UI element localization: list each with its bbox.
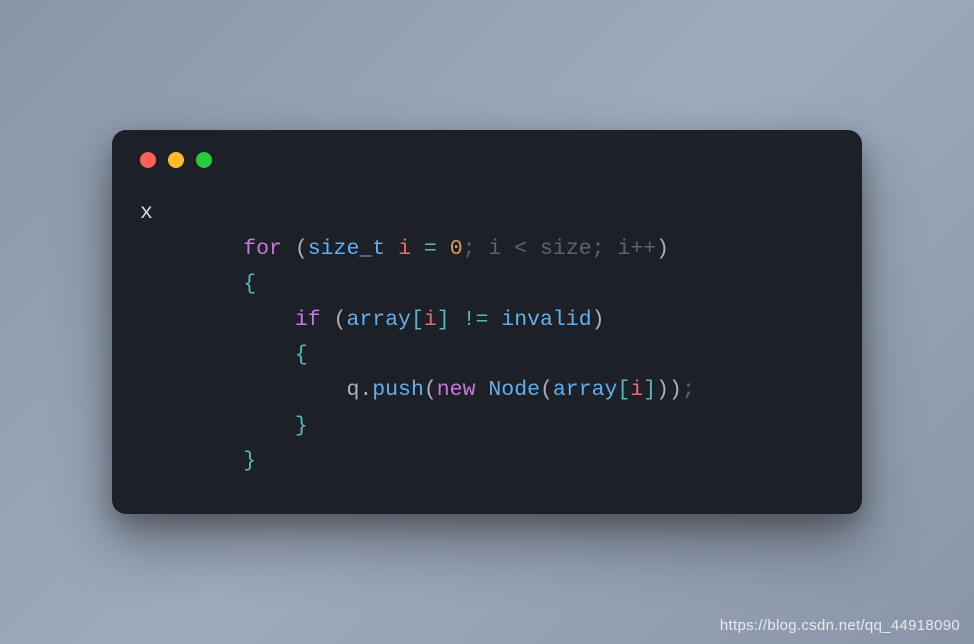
type-node: Node bbox=[488, 378, 540, 402]
brace-close: } bbox=[295, 414, 308, 438]
op-assign: = bbox=[411, 237, 450, 261]
traffic-lights bbox=[112, 130, 862, 186]
incr: i++ bbox=[605, 237, 657, 261]
brace-open: { bbox=[295, 343, 308, 367]
space bbox=[475, 378, 488, 402]
paren-close: ) bbox=[592, 308, 605, 332]
brace-open: { bbox=[243, 272, 256, 296]
paren-close: ) bbox=[669, 378, 682, 402]
dot: . bbox=[359, 378, 372, 402]
idx-i: i bbox=[424, 308, 437, 332]
call-push: push bbox=[372, 378, 424, 402]
close-icon[interactable] bbox=[140, 152, 156, 168]
bracket: ] bbox=[437, 308, 450, 332]
code-window: x for (size_t i = 0; i < size; i++) { if… bbox=[112, 130, 862, 514]
paren-close: ) bbox=[656, 378, 669, 402]
kw-if: if bbox=[295, 308, 321, 332]
semi: ; bbox=[463, 237, 476, 261]
watermark: https://blog.csdn.net/qq_44918090 bbox=[720, 617, 960, 634]
bracket: [ bbox=[411, 308, 424, 332]
op-neq: != bbox=[450, 308, 502, 332]
ident-invalid: invalid bbox=[501, 308, 591, 332]
minimize-icon[interactable] bbox=[168, 152, 184, 168]
bracket: ] bbox=[643, 378, 656, 402]
type-size_t: size_t bbox=[308, 237, 385, 261]
maximize-icon[interactable] bbox=[196, 152, 212, 168]
num-zero: 0 bbox=[450, 237, 463, 261]
idx-i: i bbox=[630, 378, 643, 402]
ident-q: q bbox=[346, 378, 359, 402]
semi: ; bbox=[682, 378, 695, 402]
var-i: i bbox=[385, 237, 411, 261]
paren: ( bbox=[282, 237, 308, 261]
ident-array: array bbox=[346, 308, 411, 332]
paren: ( bbox=[424, 378, 437, 402]
paren: ( bbox=[540, 378, 553, 402]
kw-for: for bbox=[243, 237, 282, 261]
brace-close: } bbox=[243, 449, 256, 473]
paren: ( bbox=[321, 308, 347, 332]
paren-close: ) bbox=[656, 237, 669, 261]
kw-new: new bbox=[437, 378, 476, 402]
ident-array: array bbox=[553, 378, 618, 402]
cond: i < size; bbox=[476, 237, 605, 261]
code-marker: x bbox=[140, 201, 153, 225]
bracket: [ bbox=[617, 378, 630, 402]
code-area: x for (size_t i = 0; i < size; i++) { if… bbox=[112, 186, 862, 480]
